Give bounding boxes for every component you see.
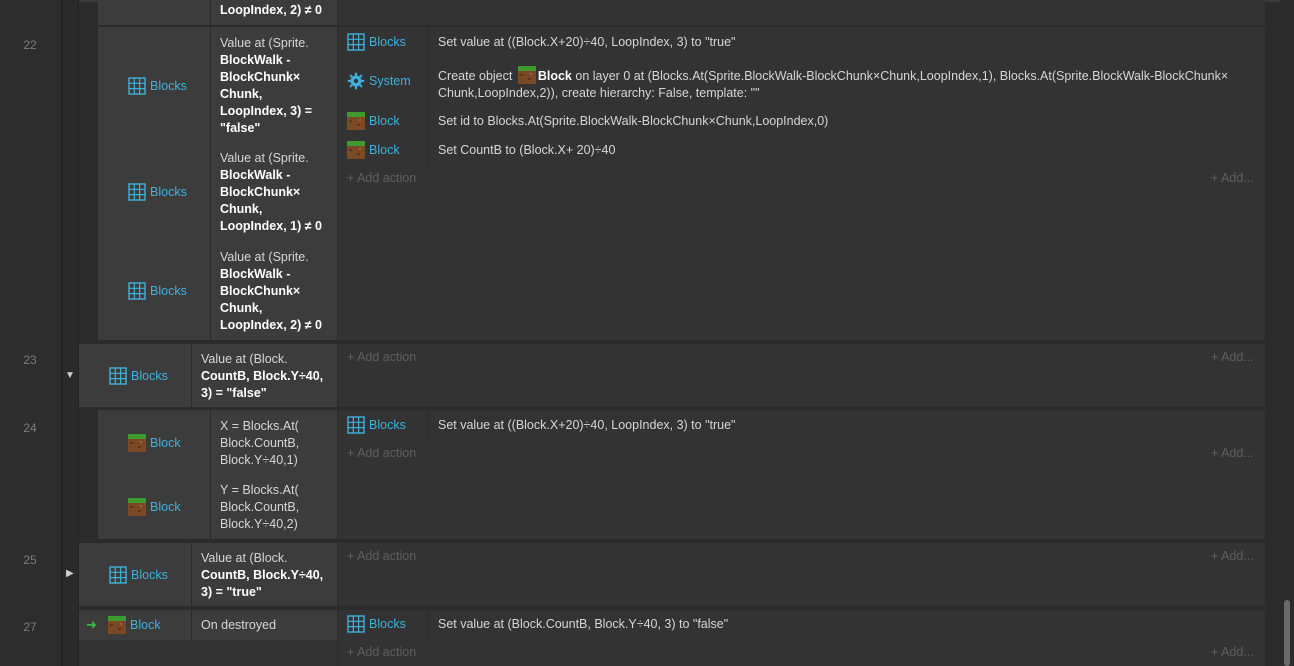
action-object[interactable]: Blocks	[347, 416, 406, 434]
dirt-block-icon	[128, 434, 146, 452]
add-more-link[interactable]: + Add...	[1211, 350, 1254, 364]
condition-object[interactable]: Blocks	[109, 566, 168, 584]
grid-icon	[128, 282, 146, 300]
action-text[interactable]: Set value at ((Block.X+20)÷40, LoopIndex…	[438, 417, 736, 434]
condition-text: Y = Blocks.At( Block.CountB, Block.Y÷40,…	[220, 483, 300, 531]
collapse-gutter	[62, 0, 79, 666]
line-number: 25	[23, 553, 37, 567]
condition-text: Value at (Sprite. BlockWalk - BlockChunk…	[220, 36, 313, 135]
triangle-right-icon[interactable]: ▶	[66, 568, 74, 579]
triangle-down-icon[interactable]: ▼	[65, 370, 75, 381]
condition-object[interactable]: Blocks	[128, 183, 187, 201]
add-action-link[interactable]: + Add action	[347, 549, 416, 563]
action-text[interactable]: Set id to Blocks.At(Sprite.BlockWalk-Blo…	[438, 113, 828, 130]
add-more-link[interactable]: + Add...	[1211, 446, 1254, 460]
action-object[interactable]: System	[347, 72, 411, 90]
dirt-block-icon	[517, 66, 536, 84]
grid-icon	[128, 77, 146, 95]
dirt-block-icon	[347, 141, 365, 159]
action-text[interactable]: Set value at ((Block.X+20)÷40, LoopIndex…	[438, 34, 736, 51]
condition-text: Value at (Sprite. BlockWalk - BlockChunk…	[220, 250, 323, 332]
action-object[interactable]: Block	[347, 141, 400, 159]
line-number: 22	[23, 38, 37, 52]
event23-actions[interactable]	[338, 344, 1265, 407]
add-more-link[interactable]: + Add...	[1211, 549, 1254, 563]
action-object[interactable]: Blocks	[347, 33, 406, 51]
grid-icon	[128, 183, 146, 201]
action-text[interactable]: Set CountB to (Block.X+ 20)÷40	[438, 142, 615, 159]
action-text[interactable]: Set value at (Block.CountB, Block.Y÷40, …	[438, 616, 728, 633]
condition-object[interactable]: Block	[108, 616, 161, 634]
line-number: 24	[23, 421, 37, 435]
condition-text: X = Blocks.At( Block.CountB, Block.Y÷40,…	[220, 419, 300, 467]
line-number: 23	[23, 353, 37, 367]
condition-text: Value at (Block. CountB, Block.Y÷40, 3) …	[201, 352, 324, 400]
grid-icon	[347, 33, 365, 51]
condition-object[interactable]: Blocks	[109, 367, 168, 385]
condition-text: Value at (Sprite. BlockWalk - BlockChunk…	[220, 151, 323, 233]
condition-object[interactable]: Block	[128, 434, 181, 452]
condition-object[interactable]: Blocks	[128, 77, 187, 95]
event25-actions[interactable]	[338, 543, 1265, 606]
grid-icon	[347, 416, 365, 434]
partial-actions-block	[338, 0, 1265, 25]
add-more-link[interactable]: + Add...	[1211, 171, 1254, 185]
condition-object[interactable]: Block	[128, 498, 181, 516]
add-action-link[interactable]: + Add action	[347, 645, 416, 659]
add-more-link[interactable]: + Add...	[1211, 645, 1254, 659]
object-name: Blocks	[150, 185, 187, 199]
condition-text: Value at (Block. CountB, Block.Y÷40, 3) …	[201, 551, 324, 599]
add-action-link[interactable]: + Add action	[347, 350, 416, 364]
condition-object[interactable]: Blocks	[128, 282, 187, 300]
line-number: 27	[23, 620, 37, 634]
dirt-block-icon	[128, 498, 146, 516]
add-action-link[interactable]: + Add action	[347, 171, 416, 185]
object-name: Blocks	[150, 79, 187, 93]
action-text[interactable]: Create object Block on layer 0 at (Block…	[438, 66, 1248, 102]
condition-text: On destroyed	[201, 618, 277, 632]
dirt-block-icon	[108, 616, 126, 634]
grid-icon	[347, 615, 365, 633]
vertical-scrollbar[interactable]	[1280, 0, 1294, 666]
object-name: Blocks	[150, 284, 187, 298]
grid-icon	[109, 367, 127, 385]
scroll-thumb[interactable]	[1284, 600, 1290, 666]
action-object[interactable]: Block	[347, 112, 400, 130]
event27-conditions-spacer	[79, 640, 337, 666]
grid-icon	[109, 566, 127, 584]
action-object[interactable]: Blocks	[347, 615, 406, 633]
partial-condition-text: LoopIndex, 2) ≠ 0	[220, 3, 323, 17]
add-action-link[interactable]: + Add action	[347, 446, 416, 460]
arrow-right-icon: ➜	[86, 617, 97, 632]
gear-icon	[347, 72, 365, 90]
dirt-block-icon	[347, 112, 365, 130]
